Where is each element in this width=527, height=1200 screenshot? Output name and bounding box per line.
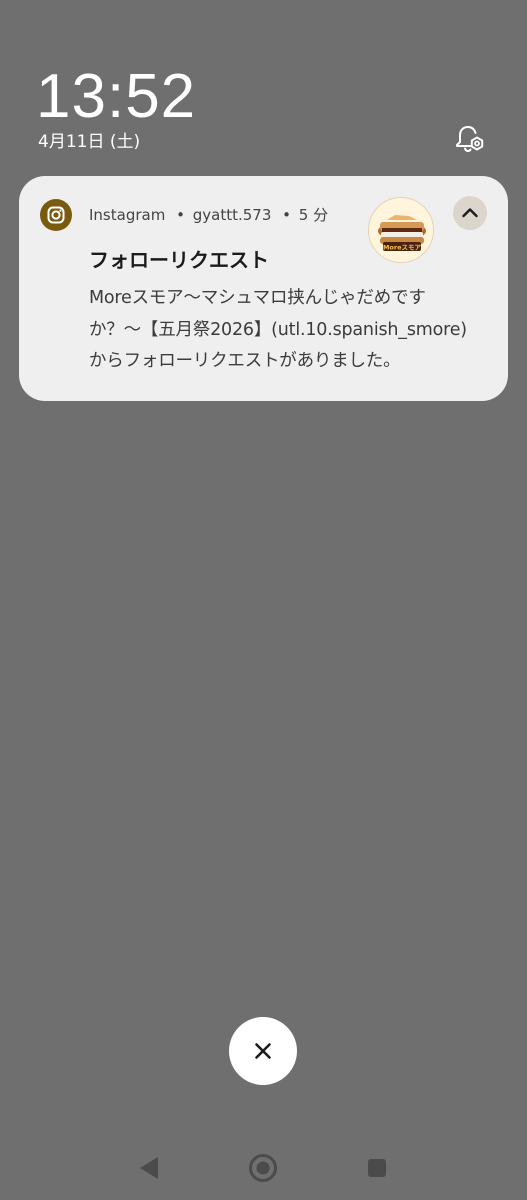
smore-logo-image: Moreスモア xyxy=(369,198,433,262)
back-triangle-icon[interactable] xyxy=(137,1155,161,1181)
body-line: Moreスモア〜マシュマロ挟んじゃだめです xyxy=(89,288,426,308)
notification-header: Instagram • gyattt.573 • 5 分 xyxy=(89,205,328,225)
notification-title: フォローリクエスト xyxy=(89,248,269,272)
notification-card[interactable]: Instagram • gyattt.573 • 5 分 Moreスモア フォロ… xyxy=(19,176,508,401)
account-name: gyattt.573 xyxy=(192,206,272,224)
chevron-up-icon xyxy=(462,208,478,218)
app-name: Instagram xyxy=(89,206,166,224)
svg-text:Moreスモア: Moreスモア xyxy=(383,244,422,252)
clock: 13:52 xyxy=(36,62,197,131)
separator: • xyxy=(282,206,292,224)
instagram-icon xyxy=(40,199,72,231)
notification-body: Moreスモア〜マシュマロ挟んじゃだめです か？〜【五月祭2026】(utl.1… xyxy=(89,283,499,378)
recents-square-icon[interactable] xyxy=(367,1158,387,1178)
lock-screen: 13:52 4月11日 (土) Instagram • gyattt.573 •… xyxy=(0,0,527,1200)
timestamp: 5 分 xyxy=(298,206,329,224)
body-line: か？〜【五月祭2026】(utl.10.spanish_smore) xyxy=(89,319,467,340)
date: 4月11日 (土) xyxy=(38,132,141,152)
dismiss-all-button[interactable] xyxy=(229,1017,297,1085)
separator: • xyxy=(176,206,185,224)
close-icon xyxy=(255,1043,271,1059)
collapse-button[interactable] xyxy=(453,196,487,230)
home-circle-icon[interactable] xyxy=(248,1153,278,1183)
avatar: Moreスモア xyxy=(368,197,434,263)
body-line: からフォローリクエストがありました。 xyxy=(89,351,401,371)
bell-settings-icon[interactable] xyxy=(452,122,486,156)
